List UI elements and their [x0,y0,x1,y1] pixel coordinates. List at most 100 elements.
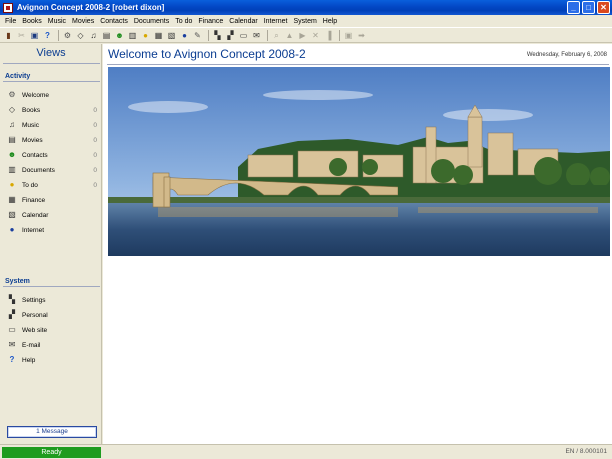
menu-bar: File Books Music Movies Contacts Documen… [0,15,612,27]
menu-contacts[interactable]: Contacts [97,18,131,25]
divider [3,81,100,82]
maximize-button[interactable]: □ [582,1,595,14]
delete-icon[interactable]: ✕ [310,30,321,41]
sidebar-item-website[interactable]: ▭ Web site [7,324,99,336]
personal-icon[interactable]: ▞ [225,30,236,41]
book-icon[interactable]: ◇ [75,30,86,41]
sidebar-item-label: Music [22,121,39,129]
version-label: EN / 8.000101 [565,448,607,455]
app-icon[interactable] [3,2,13,13]
welcome-icon[interactable]: ⚙ [62,30,73,41]
sidebar-item-label: Documents [22,166,55,174]
sidebar-item-todo[interactable]: ● To do 0 [7,179,99,191]
sidebar-item-email[interactable]: ✉ E-mail [7,339,99,351]
edit-icon[interactable]: ▲ [284,30,295,41]
arrow-icon[interactable]: ➡ [356,30,367,41]
calendar-icon[interactable]: ▧ [166,30,177,41]
menu-books[interactable]: Books [19,18,44,25]
cut-icon[interactable]: ✂ [16,30,27,41]
globe-icon[interactable]: ● [179,30,190,41]
sidebar-item-calendar[interactable]: ▧ Calendar [7,209,99,221]
sidebar-item-label: Internet [22,226,45,234]
contact-icon: ☻ [7,150,17,159]
tools-icon[interactable]: ✎ [192,30,203,41]
title-bar[interactable]: Avignon Concept 2008-2 [robert dixon] _ … [0,0,612,15]
forward-icon[interactable]: ▶ [297,30,308,41]
document-icon: ▥ [8,165,16,174]
sidebar-item-music[interactable]: ♫ Music 0 [7,119,99,131]
sidebar-item-label: Welcome [22,91,49,99]
toolbar: ▮ ✂ ▣ ? ⚙ ◇ ♫ ▤ ☻ ▥ ● ▦ ▧ ● ✎ ▚ ▞ ▭ ✉ ⌕ … [0,27,612,43]
music-icon: ♫ [9,120,15,129]
main-content: Welcome to Avignon Concept 2008-2 Wednes… [103,44,612,444]
sidebar-item-documents[interactable]: ▥ Documents 0 [7,164,99,176]
sidebar-item-help[interactable]: ? Help [7,354,99,366]
stats-icon[interactable]: ▐ [323,30,334,41]
menu-todo[interactable]: To do [172,18,195,25]
image-icon[interactable]: ▣ [343,30,354,41]
envelope-icon: ✉ [8,340,16,349]
activity-heading: Activity [5,73,31,80]
contact-icon[interactable]: ☻ [114,30,125,41]
sidebar-item-settings[interactable]: ▚ Settings [7,294,99,306]
printer-icon[interactable]: ▭ [238,30,249,41]
menu-finance[interactable]: Finance [195,18,226,25]
window-title: Avignon Concept 2008-2 [robert dixon] [17,3,165,12]
system-heading: System [5,278,30,285]
sidebar-item-label: Settings [22,296,46,304]
sidebar-item-internet[interactable]: ● Internet [7,224,99,236]
settings-icon: ▚ [8,295,16,304]
close-button[interactable]: ✕ [597,1,610,14]
sidebar-item-personal[interactable]: ▞ Personal [7,309,99,321]
sidebar-item-label: E-mail [22,341,41,349]
page-title: Welcome to Avignon Concept 2008-2 [108,47,306,61]
divider [3,63,100,64]
help-icon[interactable]: ? [42,30,53,41]
menu-help[interactable]: Help [320,18,340,25]
menu-file[interactable]: File [2,18,19,25]
sidebar-item-label: Help [22,356,36,364]
menu-internet[interactable]: Internet [261,18,291,25]
divider [3,286,100,287]
save-icon[interactable]: ▣ [29,30,40,41]
avignon-bridge-photo [108,67,610,256]
todo-icon[interactable]: ● [140,30,151,41]
messages-button[interactable]: 1 Message [7,426,97,438]
sidebar-item-label: Movies [22,136,43,144]
sidebar-item-label: Calendar [22,211,49,219]
item-count: 0 [93,136,97,144]
todo-icon: ● [9,180,15,189]
search-icon[interactable]: ⌕ [271,30,282,41]
item-count: 0 [93,151,97,159]
toolbar-separator [208,29,209,41]
menu-system[interactable]: System [290,18,319,25]
current-date: Wednesday, February 6, 2008 [526,52,607,58]
book-icon: ◇ [8,105,16,114]
minimize-button[interactable]: _ [567,1,580,14]
sidebar-item-contacts[interactable]: ☻ Contacts 0 [7,149,99,161]
document-icon[interactable]: ▥ [127,30,138,41]
music-icon[interactable]: ♫ [88,30,99,41]
status-bar: Ready EN / 8.000101 [0,444,612,459]
sidebar-item-welcome[interactable]: ⚙ Welcome [7,89,99,101]
divider [107,64,609,65]
movie-icon[interactable]: ▤ [101,30,112,41]
calculator-icon: ▦ [8,195,16,204]
calculator-icon[interactable]: ▦ [153,30,164,41]
door-icon[interactable]: ▮ [3,30,14,41]
settings-icon[interactable]: ▚ [212,30,223,41]
menu-movies[interactable]: Movies [69,18,97,25]
sidebar-item-label: To do [22,181,38,189]
sidebar-item-label: Finance [22,196,46,204]
envelope-icon[interactable]: ✉ [251,30,262,41]
sidebar-item-movies[interactable]: ▤ Movies 0 [7,134,99,146]
calendar-icon: ▧ [8,210,16,219]
menu-documents[interactable]: Documents [131,18,172,25]
menu-music[interactable]: Music [45,18,69,25]
sidebar-item-books[interactable]: ◇ Books 0 [7,104,99,116]
help-icon: ? [9,355,15,364]
menu-calendar[interactable]: Calendar [226,18,260,25]
toolbar-separator [339,29,340,41]
sidebar-item-finance[interactable]: ▦ Finance [7,194,99,206]
item-count: 0 [93,121,97,129]
